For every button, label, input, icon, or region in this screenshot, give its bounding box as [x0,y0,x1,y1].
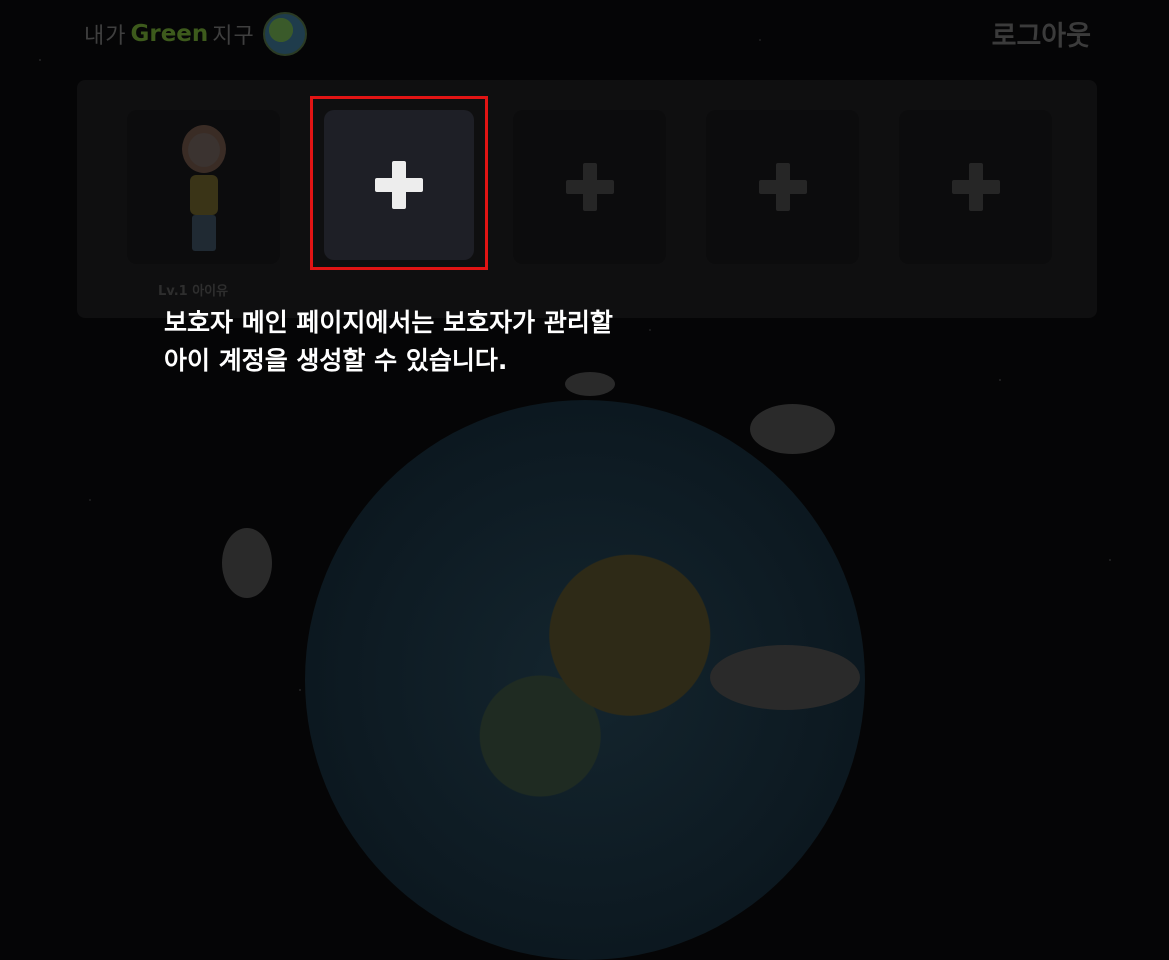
logo-green-text: Green [130,21,209,47]
add-child-account-button[interactable] [706,110,859,264]
child-account-card[interactable] [127,110,280,264]
plus-icon [758,163,807,211]
avatar-body [189,175,218,215]
logo-suffix: 지구 [212,24,255,49]
instruction-line-1: 보호자 메인 페이지에서는 보호자가 관리할 [164,308,613,337]
plus-icon [565,163,614,211]
instruction-line-2: 아이 계정을 생성할 수 있습니다. [164,346,508,375]
avatar-face [187,133,220,167]
child-account-label: Lv.1 아이유 [158,284,229,299]
cloud-decoration [750,404,835,454]
add-child-account-button[interactable] [899,110,1052,264]
app-logo[interactable]: 내가 Green 지구 [84,12,307,56]
cloud-decoration [222,528,272,598]
add-child-account-button[interactable] [513,110,666,264]
child-avatar [164,117,244,257]
avatar-legs [191,215,216,251]
plus-icon [951,163,1000,211]
cloud-decoration [710,645,860,710]
logo-prefix: 내가 [84,24,127,49]
logout-button[interactable]: 로그아웃 [992,14,1091,53]
tutorial-highlight-box [310,96,488,270]
tutorial-instruction-text: 보호자 메인 페이지에서는 보호자가 관리할 아이 계정을 생성할 수 있습니다… [164,304,704,380]
earth-globe-icon [262,12,307,56]
